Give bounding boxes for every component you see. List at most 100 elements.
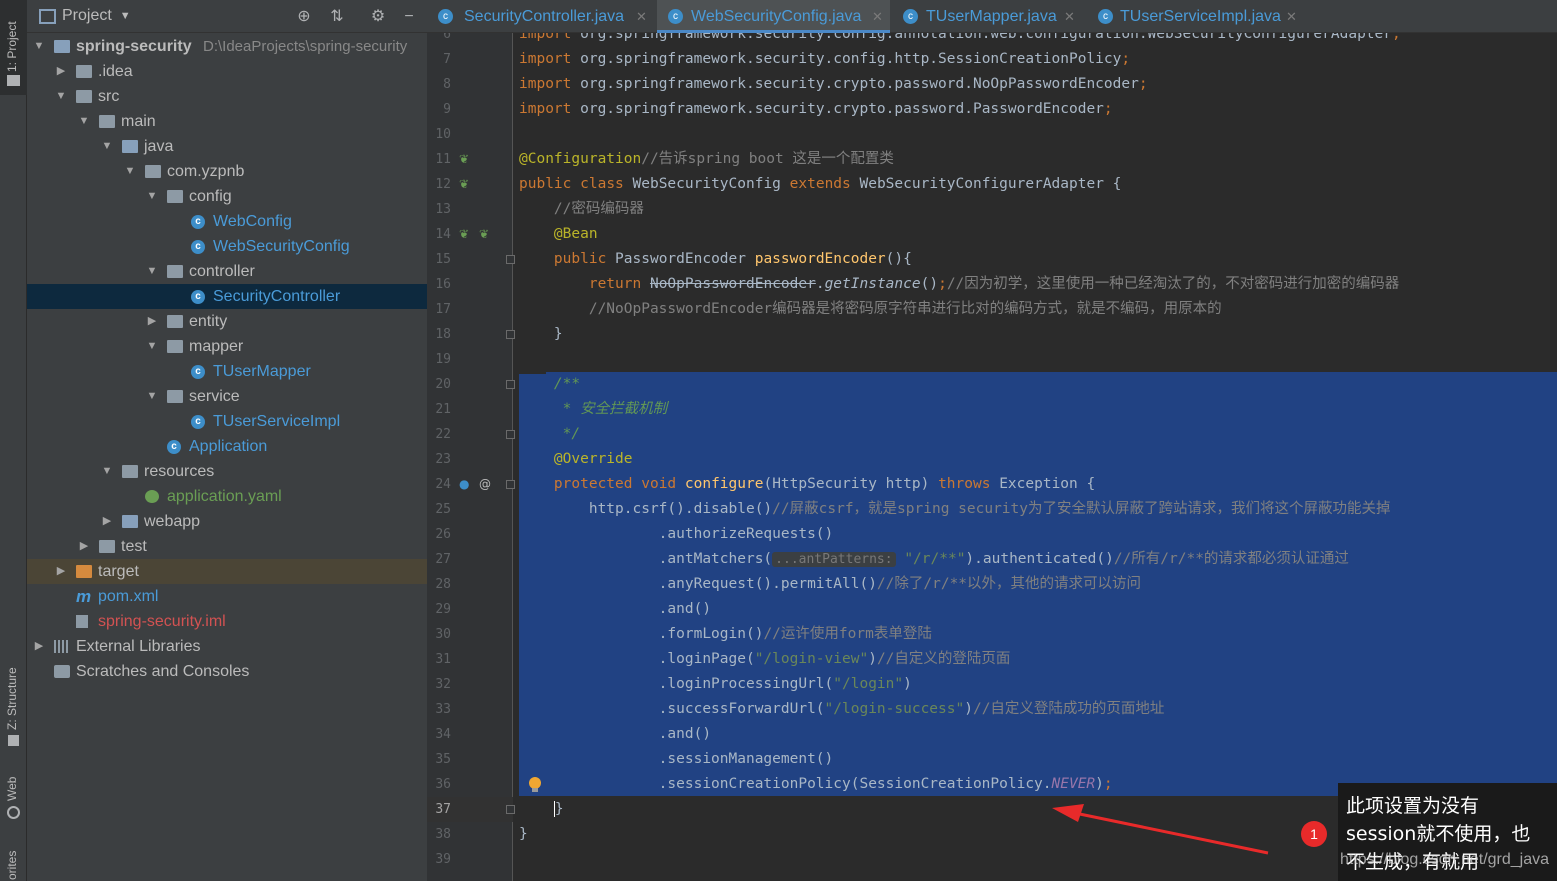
fold-marker-icon[interactable] bbox=[506, 430, 515, 439]
code-editor[interactable]: 6 7 8 9 10 11 ❦ 12 ❦ 13 14 ❦ ❦ 15 16 17 18 19 20 21 22 23 24 ● @… bbox=[427, 33, 1557, 881]
tree-item-label: Application bbox=[189, 438, 268, 455]
spring-bean-icon[interactable]: ❦ bbox=[479, 227, 489, 241]
tab-websecurityconfig[interactable]: c WebSecurityConfig.java ✕ bbox=[657, 0, 890, 33]
project-tool-tab[interactable]: 1: Project bbox=[0, 0, 27, 95]
source-folder-icon bbox=[122, 140, 138, 153]
tree-item-application[interactable]: c Application bbox=[27, 434, 427, 459]
collapsed-arrow-icon[interactable]: ▶ bbox=[145, 309, 159, 334]
collapsed-arrow-icon[interactable]: ▶ bbox=[77, 534, 91, 559]
override-icon[interactable]: ● bbox=[459, 477, 469, 491]
collapsed-arrow-icon[interactable]: ▶ bbox=[54, 59, 68, 84]
tree-item-websecurityconfig[interactable]: c WebSecurityConfig bbox=[27, 234, 427, 259]
tree-item-application-yaml[interactable]: application.yaml bbox=[27, 484, 427, 509]
at-icon[interactable]: @ bbox=[479, 477, 491, 491]
tree-item-test[interactable]: ▶ test bbox=[27, 534, 427, 559]
expanded-arrow-icon[interactable]: ▼ bbox=[123, 159, 137, 184]
line-number: 6 bbox=[443, 33, 451, 42]
collapse-icon[interactable]: ⇅ bbox=[326, 6, 348, 28]
fold-marker-icon[interactable] bbox=[506, 330, 515, 339]
code-line: .loginPage("/login-view")//自定义的登陆页面 bbox=[519, 651, 1011, 667]
tree-item-src[interactable]: ▼ src bbox=[27, 84, 427, 109]
collapsed-arrow-icon[interactable]: ▶ bbox=[54, 559, 68, 584]
expanded-arrow-icon[interactable]: ▼ bbox=[32, 34, 46, 59]
tab-securitycontroller[interactable]: c SecurityController.java ✕ bbox=[427, 0, 652, 33]
tree-item-tusermapper[interactable]: c TUserMapper bbox=[27, 359, 427, 384]
tree-item-scratches-and-consoles[interactable]: Scratches and Consoles bbox=[27, 659, 427, 684]
line-number: 14 bbox=[435, 227, 451, 242]
tree-item-spring-security[interactable]: ▼ spring-security D:\IdeaProjects\spring-s… bbox=[27, 34, 427, 59]
spring-bean-icon[interactable]: ❦ bbox=[459, 227, 469, 241]
expanded-arrow-icon[interactable]: ▼ bbox=[100, 134, 114, 159]
close-icon[interactable]: ✕ bbox=[636, 0, 647, 33]
expanded-arrow-icon[interactable]: ▼ bbox=[145, 259, 159, 284]
tree-item-java[interactable]: ▼ java bbox=[27, 134, 427, 159]
project-panel-header: Project ▼ ⊕ ⇅ ⚙ − bbox=[27, 0, 427, 33]
package-icon bbox=[145, 165, 161, 178]
excluded-folder-icon bbox=[76, 565, 92, 578]
fold-marker-icon[interactable] bbox=[506, 480, 515, 489]
expanded-arrow-icon[interactable]: ▼ bbox=[145, 184, 159, 209]
code-line: .successForwardUrl("/login-success")//自定… bbox=[519, 701, 1165, 717]
expanded-arrow-icon[interactable]: ▼ bbox=[145, 384, 159, 409]
globe-icon[interactable]: ⊕ bbox=[293, 6, 315, 28]
close-icon[interactable]: ✕ bbox=[872, 0, 883, 33]
tree-item-pom-xml[interactable]: m pom.xml bbox=[27, 584, 427, 609]
collapsed-arrow-icon[interactable]: ▶ bbox=[32, 634, 46, 659]
code-line: .formLogin()//运许使用form表单登陆 bbox=[519, 626, 932, 642]
code-line: import org.springframework.security.cryp… bbox=[519, 101, 1113, 117]
tree-item-target[interactable]: ▶ target bbox=[27, 559, 427, 584]
web-tool-tab[interactable]: Web bbox=[0, 765, 27, 825]
code-line: } bbox=[553, 801, 564, 817]
tree-item-resources[interactable]: ▼ resources bbox=[27, 459, 427, 484]
red-arrow-icon bbox=[1052, 804, 1269, 855]
folder-icon bbox=[76, 90, 92, 103]
tree-item-external-libraries[interactable]: ▶ External Libraries bbox=[27, 634, 427, 659]
tab-tuserserviceimpl[interactable]: c TUserServiceImpl.java ✕ bbox=[1087, 0, 1302, 33]
code-line: /** bbox=[519, 376, 581, 392]
tree-item-mapper[interactable]: ▼ mapper bbox=[27, 334, 427, 359]
tree-item-tuserserviceimpl[interactable]: c TUserServiceImpl bbox=[27, 409, 427, 434]
tree-item-com-yzpnb[interactable]: ▼ com.yzpnb bbox=[27, 159, 427, 184]
fold-marker-icon[interactable] bbox=[506, 805, 515, 814]
collapsed-arrow-icon[interactable]: ▶ bbox=[100, 509, 114, 534]
fold-marker-icon[interactable] bbox=[506, 380, 515, 389]
tree-item-label: controller bbox=[189, 263, 255, 280]
lightbulb-icon[interactable] bbox=[528, 777, 542, 794]
minimize-icon[interactable]: − bbox=[398, 6, 420, 28]
tree-item-entity[interactable]: ▶ entity bbox=[27, 309, 427, 334]
tree-item-webapp[interactable]: ▶ webapp bbox=[27, 509, 427, 534]
spring-bean-icon[interactable]: ❦ bbox=[459, 152, 469, 166]
spring-config-icon[interactable]: ❦ bbox=[459, 177, 469, 191]
tree-item-service[interactable]: ▼ service bbox=[27, 384, 427, 409]
tree-item-idea[interactable]: ▶ .idea bbox=[27, 59, 427, 84]
tree-item-securitycontroller[interactable]: c SecurityController bbox=[27, 284, 427, 309]
project-view-selector[interactable]: Project bbox=[62, 7, 112, 25]
line-number: 18 bbox=[435, 327, 451, 342]
class-icon: c bbox=[191, 365, 205, 379]
expanded-arrow-icon[interactable]: ▼ bbox=[54, 84, 68, 109]
fold-marker-icon[interactable] bbox=[506, 255, 515, 264]
favorites-tool-tab[interactable]: orites bbox=[0, 838, 27, 881]
tree-item-label: pom.xml bbox=[98, 588, 159, 605]
watermark: https://blog.csdn.net/grd_java bbox=[1340, 851, 1550, 868]
gear-icon[interactable]: ⚙ bbox=[367, 6, 389, 28]
close-icon[interactable]: ✕ bbox=[1286, 0, 1297, 33]
expanded-arrow-icon[interactable]: ▼ bbox=[145, 334, 159, 359]
line-number: 25 bbox=[435, 502, 451, 517]
code-line: .sessionCreationPolicy(SessionCreationPo… bbox=[519, 776, 1113, 792]
tree-item-spring-security-iml[interactable]: spring-security.iml bbox=[27, 609, 427, 634]
tree-item-controller[interactable]: ▼ controller bbox=[27, 259, 427, 284]
tree-item-webconfig[interactable]: c WebConfig bbox=[27, 209, 427, 234]
chevron-down-icon[interactable]: ▼ bbox=[120, 10, 131, 22]
structure-tool-tab[interactable]: Z: Structure bbox=[0, 640, 27, 750]
code-line: import org.springframework.security.conf… bbox=[519, 51, 1131, 67]
expanded-arrow-icon[interactable]: ▼ bbox=[100, 459, 114, 484]
tree-item-label: Scratches and Consoles bbox=[76, 663, 250, 680]
tree-item-label: spring-security bbox=[76, 38, 192, 55]
tree-item-config[interactable]: ▼ config bbox=[27, 184, 427, 209]
tab-tusermapper[interactable]: c TUserMapper.java ✕ bbox=[892, 0, 1085, 33]
line-number: 23 bbox=[435, 452, 451, 467]
tree-item-main[interactable]: ▼ main bbox=[27, 109, 427, 134]
close-icon[interactable]: ✕ bbox=[1064, 0, 1075, 33]
expanded-arrow-icon[interactable]: ▼ bbox=[77, 109, 91, 134]
